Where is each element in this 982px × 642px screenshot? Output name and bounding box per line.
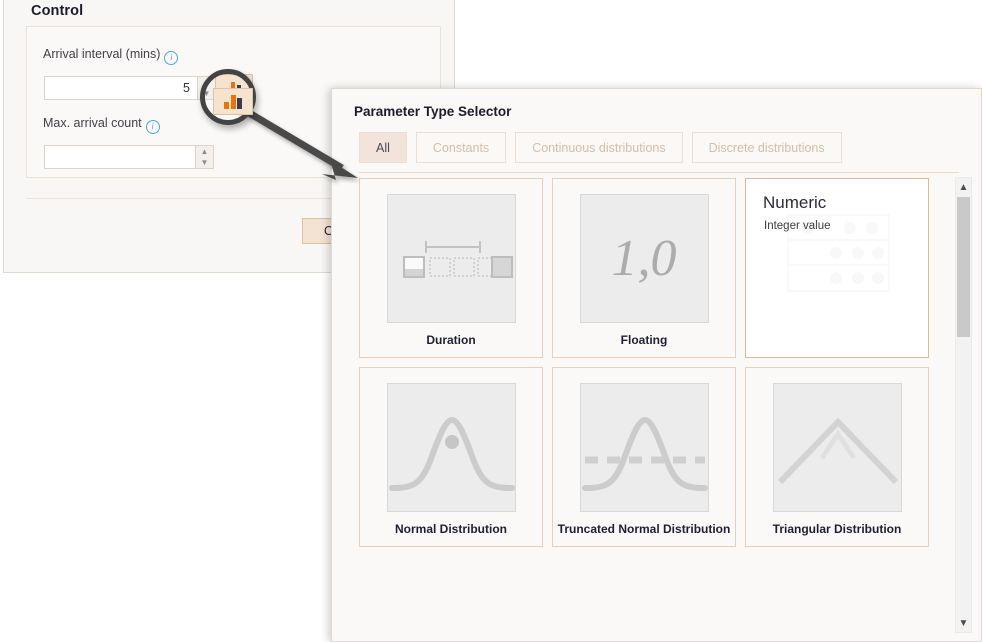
max-arrival-count-input[interactable] — [44, 145, 196, 169]
card-hover-title: Numeric — [763, 193, 827, 212]
chevron-down-icon[interactable]: ▼ — [956, 615, 971, 631]
card-label: Duration — [426, 333, 476, 347]
tab-continuous-distributions[interactable]: Continuous distributions — [515, 132, 683, 163]
magnifier-circle — [200, 69, 256, 125]
card-label: Floating — [620, 333, 668, 347]
stepper-down-icon[interactable]: ▼ — [196, 157, 213, 168]
card-truncated-normal-distribution[interactable]: Truncated Normal Distribution — [552, 367, 736, 547]
tab-all[interactable]: All — [359, 132, 407, 163]
card-label: Normal Distribution — [394, 522, 507, 536]
max-arrival-count-stepper[interactable]: ▲ ▼ — [196, 145, 214, 169]
card-normal-distribution[interactable]: Normal Distribution — [359, 367, 543, 547]
floating-number-icon: 1,0 — [579, 194, 709, 323]
parameter-type-selector-dialog: Parameter Type Selector All Constants Co… — [331, 88, 982, 642]
tab-constants[interactable]: Constants — [415, 132, 507, 163]
bar-chart-icon — [230, 95, 236, 109]
bar-chart-icon — [237, 98, 242, 109]
chevron-up-icon[interactable]: ▲ — [956, 179, 971, 195]
card-label: Triangular Distribution — [772, 522, 902, 536]
floating-glyph: 1,0 — [611, 230, 677, 287]
arrival-interval-input[interactable] — [44, 76, 198, 100]
dialog-title: Parameter Type Selector — [354, 104, 512, 119]
card-duration[interactable]: Duration — [359, 178, 543, 358]
stepper-up-icon[interactable]: ▲ — [196, 146, 213, 157]
bar-chart-icon — [224, 102, 229, 109]
card-hover-description: Integer value — [764, 220, 831, 232]
app-root: Control Arrival interval (mins)i ▲ ▼ Max… — [0, 0, 982, 642]
truncated-normal-curve-icon — [579, 383, 709, 512]
card-floating[interactable]: 1,0 Floating — [552, 178, 736, 358]
card-numeric[interactable]: Numeric Integer value Numeric — [745, 178, 929, 358]
magnified-bar-chart-button — [213, 88, 253, 115]
filter-tabs: All Constants Continuous distributions D… — [359, 132, 842, 163]
info-icon[interactable]: i — [145, 120, 160, 134]
duration-timeline-icon — [386, 194, 516, 323]
numeric-dice-icon — [772, 194, 902, 323]
page-title: Control — [31, 3, 84, 19]
parameter-type-grid: Duration 1,0 Floating Numeric Integer va… — [359, 173, 959, 547]
max-arrival-count-label: Max. arrival count i — [43, 116, 160, 134]
card-list-scrollbar[interactable]: ▲ ▼ — [955, 177, 972, 633]
arrival-interval-label: Arrival interval (mins) i — [43, 47, 179, 65]
tab-discrete-distributions[interactable]: Discrete distributions — [691, 132, 842, 163]
triangular-curve-icon — [772, 383, 902, 512]
card-triangular-distribution[interactable]: Triangular Distribution — [745, 367, 929, 547]
info-icon[interactable]: i — [164, 51, 179, 65]
normal-curve-icon — [386, 383, 516, 512]
parameter-type-card-area: Duration 1,0 Floating Numeric Integer va… — [359, 172, 959, 633]
card-label: Truncated Normal Distribution — [557, 522, 731, 536]
scrollbar-thumb[interactable] — [957, 197, 970, 337]
